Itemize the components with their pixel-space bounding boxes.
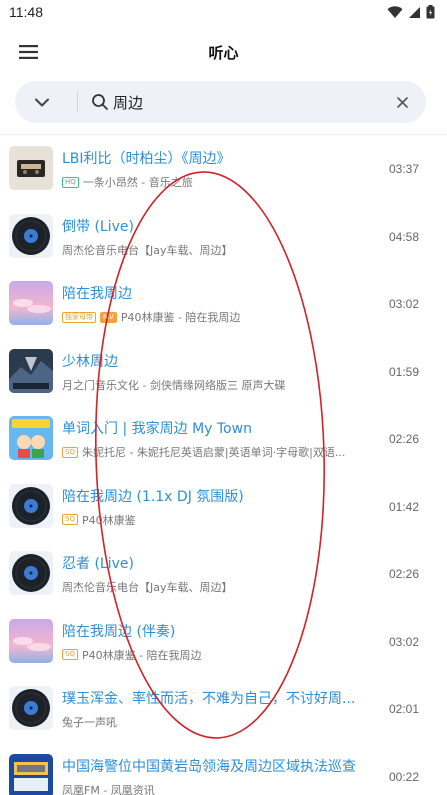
song-duration: 03:37 <box>388 162 419 176</box>
result-item[interactable]: 陪在我周边独家母带 MV P40林康鉴 - 陪在我周边 03:02 <box>0 269 447 337</box>
song-subtitle: 凤凰FM - 凤凰资讯 <box>62 783 155 795</box>
song-duration: 03:02 <box>388 634 419 649</box>
search-icon <box>92 94 108 110</box>
song-subtitle: P40林康鉴 <box>81 513 136 527</box>
song-subtitle: 月之门音乐文化 - 剑侠情缘网络版三 原声大碟 <box>62 378 286 392</box>
quality-badge: HQ <box>62 176 79 188</box>
song-duration: 04:58 <box>388 229 419 244</box>
song-subtitle: 周杰伦音乐电台【Jay车载、周边】 <box>62 581 233 594</box>
search-type-dropdown[interactable] <box>29 90 55 114</box>
album-cover <box>9 146 53 190</box>
song-subtitle-row: SQ 朱妮托尼 - 朱妮托尼英语启蒙|英语单词·字母歌|双语... <box>62 444 362 460</box>
chevron-down-icon <box>35 98 49 106</box>
page-title: 听心 <box>208 44 239 62</box>
song-duration: 02:26 <box>388 432 419 446</box>
close-icon <box>396 96 408 108</box>
song-title: LBI利比（时柏尘）《周边》 <box>62 151 231 167</box>
battery-icon <box>426 5 435 19</box>
result-item[interactable]: 陪在我周边 (伴奏) SQ P40林康鉴 - 陪在我周边 03:02 <box>0 607 447 675</box>
song-title: 少林周边 <box>62 353 118 370</box>
album-cover <box>9 213 53 258</box>
status-icons <box>387 5 435 19</box>
search-bar <box>15 81 426 123</box>
song-title: 陪在我周边 <box>62 286 132 302</box>
clear-search-button[interactable] <box>392 92 412 112</box>
result-item[interactable]: 倒带 (Live) 周杰伦音乐电台【Jay车载、周边】 04:58 <box>0 202 447 270</box>
quality-badge: SQ <box>62 514 78 525</box>
song-subtitle: P40林康鉴 - 陪在我周边 <box>81 648 202 662</box>
song-title: 陪在我周边 (伴奏) <box>62 623 176 640</box>
song-subtitle-row: 周杰伦音乐电台【Jay车载、周边】 <box>62 242 362 258</box>
song-duration: 03:02 <box>388 297 419 311</box>
song-duration: 02:01 <box>388 702 419 716</box>
song-subtitle-row: 周杰伦音乐电台【Jay车载、周边】 <box>62 579 362 595</box>
album-cover <box>9 618 53 663</box>
album-cover <box>9 348 53 393</box>
album-cover <box>9 483 53 528</box>
song-duration: 02:26 <box>388 567 419 581</box>
song-subtitle-row: SQ P40林康鉴 <box>62 512 362 528</box>
result-item[interactable]: 忍者 (Live) 周杰伦音乐电台【Jay车载、周边】 02:26 <box>0 539 447 607</box>
album-cover <box>9 551 53 595</box>
song-subtitle-row: HQ 一条小昂然 - 音乐之旅 <box>62 174 362 190</box>
song-subtitle: 周杰伦音乐电台【Jay车载、周边】 <box>62 243 233 257</box>
song-title: 忍者 (Live) <box>62 556 134 572</box>
album-cover <box>9 753 53 795</box>
result-list: LBI利比（时柏尘）《周边》 HQ 一条小昂然 - 音乐之旅 03:37 倒带 (Liv… <box>0 134 447 795</box>
song-subtitle: 朱妮托尼 - 朱妮托尼英语启蒙|英语单词·字母歌|双语... <box>81 446 346 459</box>
search-divider <box>77 92 78 112</box>
quality-badge: SQ <box>62 649 78 660</box>
song-duration: 01:59 <box>388 364 419 379</box>
quality-badge: MV <box>100 311 117 323</box>
result-item[interactable]: LBI利比（时柏尘）《周边》 HQ 一条小昂然 - 音乐之旅 03:37 <box>0 134 447 202</box>
quality-badge: 独家母带 <box>62 311 96 323</box>
song-title: 璞玉浑金、率性而活，不难为自己，不讨好周... <box>62 691 356 707</box>
quality-badge: SQ <box>62 446 78 458</box>
result-item[interactable]: 陪在我周边 (1.1x DJ 氛围版) SQ P40林康鉴 01:42 <box>0 472 447 540</box>
app-bar: 听心 <box>0 26 447 78</box>
song-subtitle-row: SQ P40林康鉴 - 陪在我周边 <box>62 647 362 663</box>
result-item[interactable]: 中国海警位中国黄岩岛领海及周边区域执法巡查凤凰FM - 凤凰资讯 00:22 <box>0 742 447 795</box>
album-cover <box>9 281 53 325</box>
song-title: 单词入门 | 我家周边 My Town <box>62 421 252 437</box>
song-duration: 00:22 <box>388 769 419 784</box>
result-item[interactable]: 璞玉浑金、率性而活，不难为自己，不讨好周... 兔子一声吼 02:01 <box>0 674 447 742</box>
song-duration: 01:42 <box>388 499 419 514</box>
signal-icon <box>409 6 420 18</box>
song-subtitle-row: 凤凰FM - 凤凰资讯 <box>62 782 362 795</box>
song-subtitle: 兔子一声吼 <box>62 716 117 729</box>
album-cover <box>9 686 53 730</box>
song-title: 中国海警位中国黄岩岛领海及周边区域执法巡查 <box>62 758 356 775</box>
result-item[interactable]: 少林周边月之门音乐文化 - 剑侠情缘网络版三 原声大碟 01:59 <box>0 337 447 405</box>
song-subtitle: P40林康鉴 - 陪在我周边 <box>120 311 241 324</box>
status-time: 11:48 <box>9 4 43 20</box>
song-subtitle-row: 月之门音乐文化 - 剑侠情缘网络版三 原声大碟 <box>62 377 362 393</box>
song-subtitle-row: 独家母带 MV P40林康鉴 - 陪在我周边 <box>62 309 362 325</box>
song-title: 陪在我周边 (1.1x DJ 氛围版) <box>62 488 244 505</box>
album-cover <box>9 416 53 460</box>
result-item[interactable]: 单词入门 | 我家周边 My Town SQ 朱妮托尼 - 朱妮托尼英语启蒙|英语单… <box>0 404 447 472</box>
song-subtitle-row: 兔子一声吼 <box>62 714 362 730</box>
search-input[interactable] <box>113 88 383 116</box>
song-title: 倒带 (Live) <box>62 218 134 235</box>
song-subtitle: 一条小昂然 - 音乐之旅 <box>82 176 193 189</box>
status-bar: 11:48 <box>0 0 447 26</box>
wifi-icon <box>387 5 403 18</box>
